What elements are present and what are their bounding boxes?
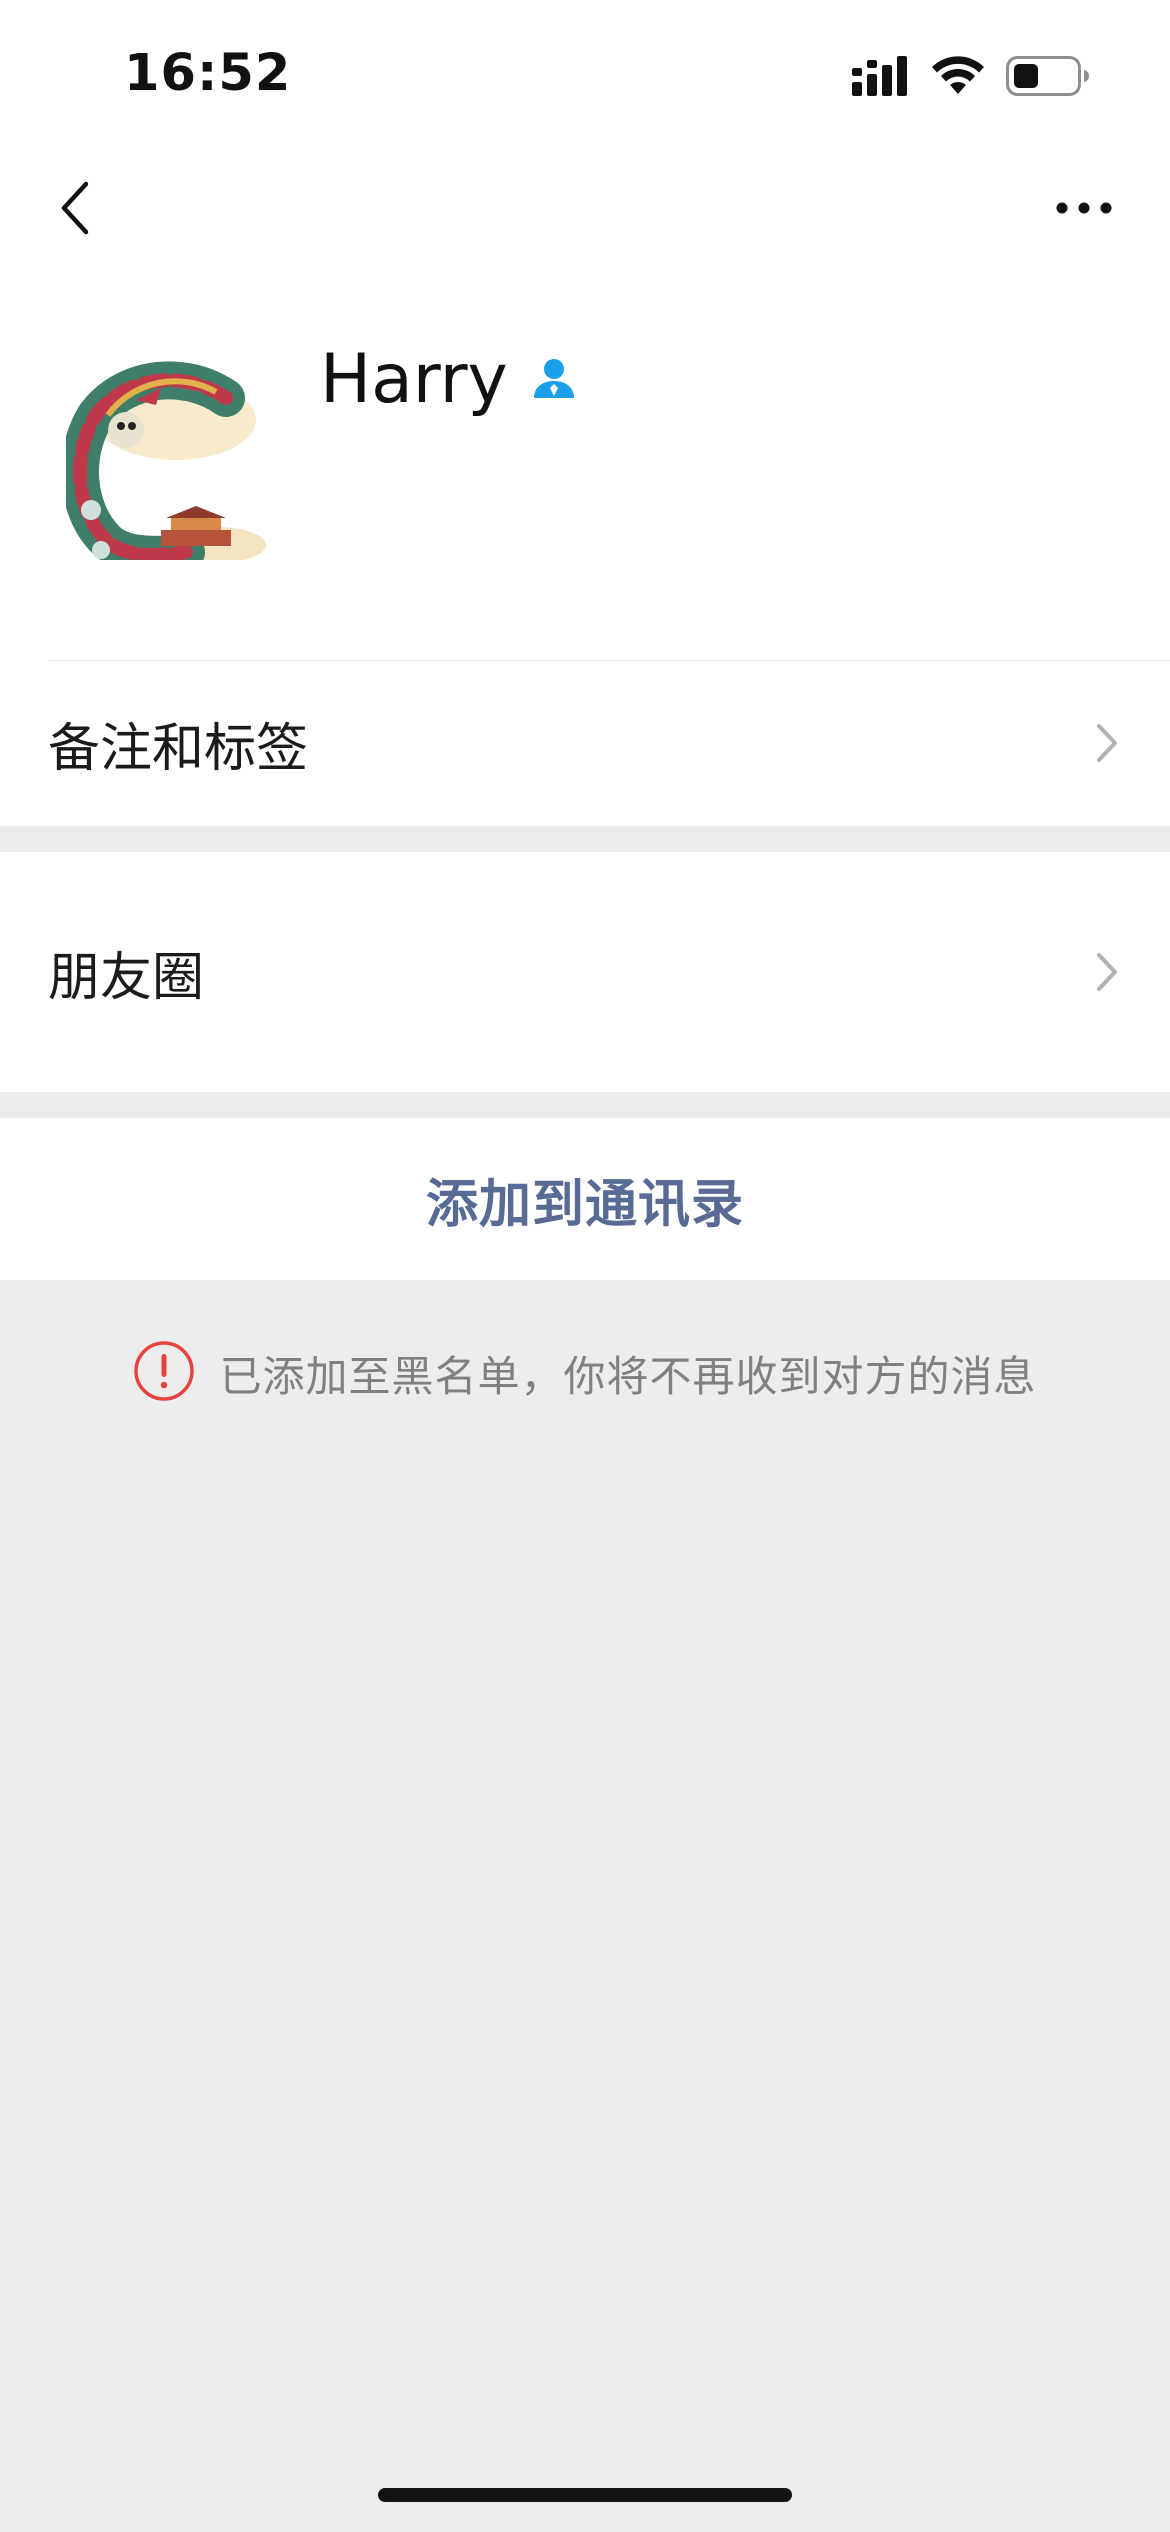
cell-moments[interactable]: 朋友圈 xyxy=(0,852,1170,1092)
avatar[interactable] xyxy=(66,360,266,560)
cellular-signal-icon xyxy=(852,56,910,100)
dragon-letter-c-avatar xyxy=(66,360,266,560)
chevron-right-icon xyxy=(1092,718,1122,768)
blacklist-notice-text: 已添加至黑名单，你将不再收到对方的消息 xyxy=(219,1351,1037,1401)
back-button[interactable] xyxy=(36,170,116,250)
add-to-contacts-button[interactable]: 添加到通讯录 xyxy=(0,1118,1170,1280)
nav-bar xyxy=(0,150,1170,270)
more-dots-icon xyxy=(1054,200,1114,220)
profile-name-row: Harry xyxy=(320,340,578,419)
warning-circle-icon xyxy=(133,1340,195,1406)
more-button[interactable] xyxy=(1034,170,1134,250)
status-time: 16:52 xyxy=(124,44,292,103)
chevron-right-icon xyxy=(1092,947,1122,997)
chevron-left-icon xyxy=(56,178,96,242)
profile-name: Harry xyxy=(320,340,508,419)
profile-header: Harry xyxy=(0,270,1170,660)
add-to-contacts-label: 添加到通讯录 xyxy=(425,1174,744,1235)
home-indicator[interactable] xyxy=(378,2488,792,2502)
wifi-icon xyxy=(932,56,984,100)
cell-label: 备注和标签 xyxy=(48,718,309,779)
cell-remarks-and-tags[interactable]: 备注和标签 xyxy=(0,660,1170,826)
status-icons xyxy=(852,56,1090,100)
status-bar: 16:52 xyxy=(0,0,1170,150)
person-icon xyxy=(530,354,578,406)
battery-icon xyxy=(1006,56,1090,100)
cell-label: 朋友圈 xyxy=(48,947,205,1008)
blacklist-notice: 已添加至黑名单，你将不再收到对方的消息 xyxy=(0,1340,1170,1406)
divider xyxy=(48,660,1170,661)
